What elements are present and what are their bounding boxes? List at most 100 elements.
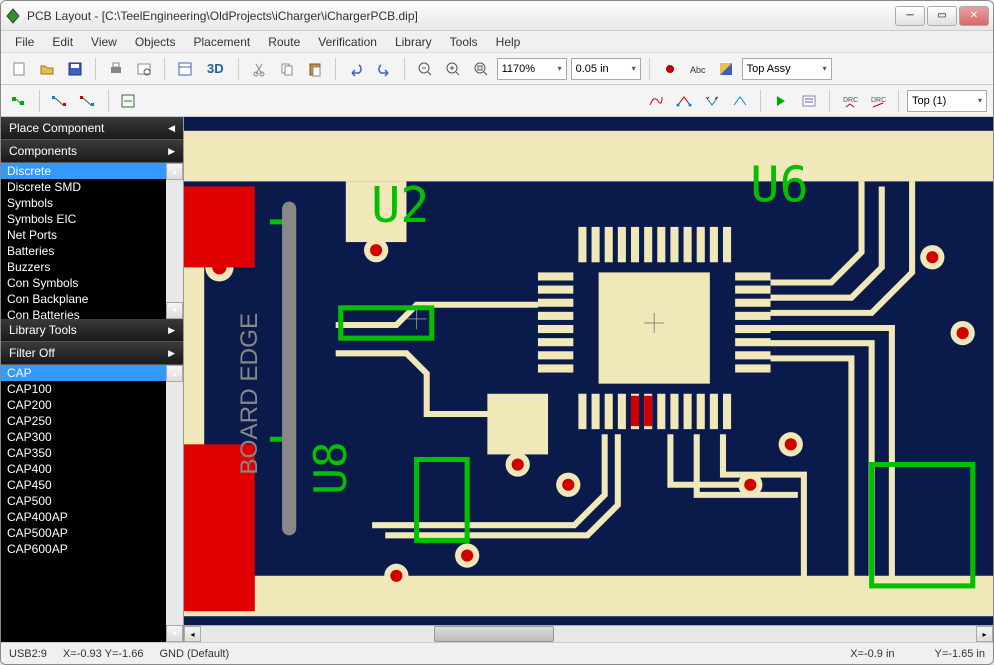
part-item[interactable]: CAP250 [1,413,183,429]
3d-button[interactable]: 3D [201,59,230,78]
part-item[interactable]: CAP600AP [1,541,183,557]
drc-icon[interactable]: DRC [838,89,862,113]
route-setup-icon[interactable] [797,89,821,113]
menu-tools[interactable]: Tools [442,33,486,51]
canvas-hscroll[interactable]: ◂ ▸ [184,625,993,642]
chevron-right-icon: ▶ [168,348,175,359]
category-item[interactable]: Discrete [1,163,183,179]
category-item[interactable]: Net Ports [1,227,183,243]
scroll-left-icon[interactable]: ◂ [184,626,201,642]
window-title: PCB Layout - [C:\TeelEngineering\OldProj… [27,9,895,23]
zoom-in-icon[interactable] [441,57,465,81]
category-item[interactable]: Con Backplane [1,291,183,307]
category-scrollbar[interactable]: ▴▾ [166,163,183,319]
part-item[interactable]: CAP500 [1,493,183,509]
scroll-right-icon[interactable]: ▸ [976,626,993,642]
zoom-combo[interactable]: 1170% [497,58,567,80]
menu-verification[interactable]: Verification [310,33,385,51]
components-label: Components [9,144,77,158]
statusbar: USB2:9 X=-0.93 Y=-1.66 GND (Default) X=-… [1,642,993,664]
layer-contrast-icon[interactable] [714,57,738,81]
category-item[interactable]: Buzzers [1,259,183,275]
status-y: Y=-1.65 in [935,648,985,660]
part-item[interactable]: CAP100 [1,381,183,397]
window-buttons: ─ ▭ ✕ [895,6,989,26]
menu-help[interactable]: Help [488,33,529,51]
place-component-header[interactable]: Place Component ◀ [1,117,183,140]
zoom-value: 1170% [502,63,535,75]
preview-icon[interactable] [132,57,156,81]
sidebar: Place Component ◀ Components ▶ Discrete … [1,117,184,642]
filter-header[interactable]: Filter Off ▶ [1,342,183,365]
part-item[interactable]: CAP500AP [1,525,183,541]
menu-library[interactable]: Library [387,33,440,51]
library-tools-label: Library Tools [9,323,77,337]
part-item[interactable]: CAP350 [1,445,183,461]
route-icon-3[interactable] [76,89,100,113]
wire-icon-1[interactable] [644,89,668,113]
svg-text:U6: U6 [750,158,808,214]
chevron-left-icon: ◀ [168,123,175,134]
paste-icon[interactable] [303,57,327,81]
category-item[interactable]: Symbols EIC [1,211,183,227]
route-icon-2[interactable] [48,89,72,113]
app-icon [5,8,21,24]
menu-view[interactable]: View [83,33,125,51]
status-x: X=-0.9 in [850,648,894,660]
route-icon-1[interactable] [7,89,31,113]
redo-icon[interactable] [372,57,396,81]
category-item[interactable]: Symbols [1,195,183,211]
category-item[interactable]: Con Symbols [1,275,183,291]
components-header[interactable]: Components ▶ [1,140,183,163]
layer-text-icon[interactable]: Abc [686,57,710,81]
save-icon[interactable] [63,57,87,81]
drc-icon-2[interactable]: DRC [866,89,890,113]
parts-scrollbar[interactable]: ▴▾ [166,365,183,642]
part-item[interactable]: CAP300 [1,429,183,445]
route-layer-value: Top (1) [912,95,946,107]
grid-combo[interactable]: 0.05 in [571,58,641,80]
part-item[interactable]: CAP400AP [1,509,183,525]
new-icon[interactable] [7,57,31,81]
part-item[interactable]: CAP400 [1,461,183,477]
route-icon-4[interactable] [117,89,141,113]
zoom-fit-icon[interactable] [469,57,493,81]
undo-icon[interactable] [344,57,368,81]
zoom-out-icon[interactable] [413,57,437,81]
maximize-button[interactable]: ▭ [927,6,957,26]
cut-icon[interactable] [247,57,271,81]
menu-placement[interactable]: Placement [186,33,259,51]
part-item[interactable]: CAP200 [1,397,183,413]
wire-icon-4[interactable] [728,89,752,113]
chevron-right-icon: ▶ [168,325,175,336]
menu-route[interactable]: Route [260,33,308,51]
titleblock-icon[interactable] [173,57,197,81]
canvas-wrapper: U2 U6 U8 BOARD EDGE ◂ [184,117,993,642]
status-usb: USB2:9 [9,648,47,660]
scroll-thumb[interactable] [434,626,554,642]
part-item[interactable]: CAP [1,365,183,381]
parts-list: CAP CAP100 CAP200 CAP250 CAP300 CAP350 C… [1,365,183,642]
menu-objects[interactable]: Objects [127,33,184,51]
close-button[interactable]: ✕ [959,6,989,26]
pcb-canvas[interactable]: U2 U6 U8 BOARD EDGE [184,117,993,625]
menu-edit[interactable]: Edit [44,33,81,51]
svg-text:BOARD EDGE: BOARD EDGE [236,313,263,475]
category-list: Discrete Discrete SMD Symbols Symbols EI… [1,163,183,319]
copy-icon[interactable] [275,57,299,81]
category-item[interactable]: Batteries [1,243,183,259]
minimize-button[interactable]: ─ [895,6,925,26]
print-icon[interactable] [104,57,128,81]
menu-file[interactable]: File [7,33,42,51]
run-icon[interactable] [769,89,793,113]
category-item[interactable]: Discrete SMD [1,179,183,195]
wire-icon-2[interactable] [672,89,696,113]
wire-icon-3[interactable] [700,89,724,113]
category-item[interactable]: Con Batteries [1,307,183,319]
part-item[interactable]: CAP450 [1,477,183,493]
route-layer-combo[interactable]: Top (1) [907,90,987,112]
layer-combo[interactable]: Top Assy [742,58,832,80]
layer-toggle-icon[interactable] [658,57,682,81]
open-icon[interactable] [35,57,59,81]
library-tools-header[interactable]: Library Tools ▶ [1,319,183,342]
